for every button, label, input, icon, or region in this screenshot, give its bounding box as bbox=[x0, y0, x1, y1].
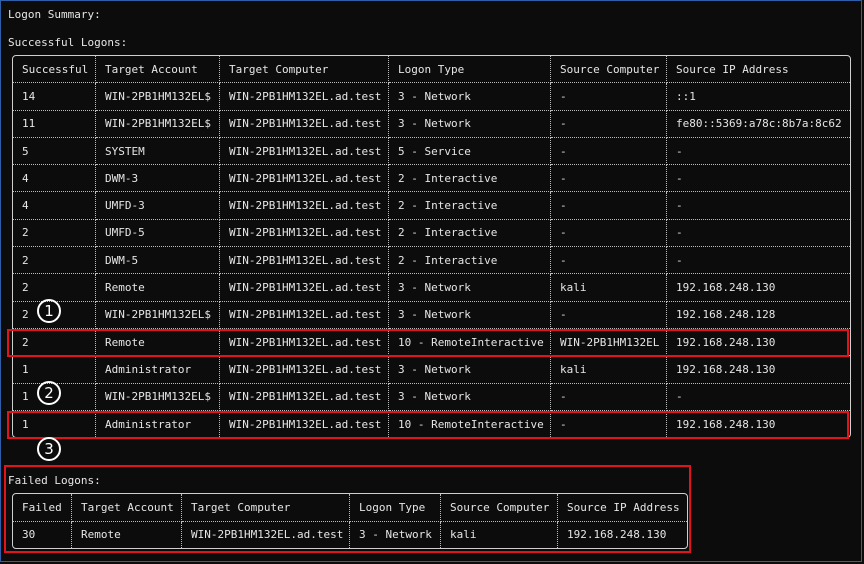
cell-source-computer: - bbox=[551, 247, 667, 275]
cell-source-computer: - bbox=[551, 219, 667, 248]
col-header-logon-type: Logon Type bbox=[389, 56, 551, 84]
cell-source-computer: - bbox=[551, 301, 667, 329]
table-row: 14 WIN-2PB1HM132EL$ WIN-2PB1HM132EL.ad.tes… bbox=[13, 83, 850, 111]
col-header-target-account: Target Account bbox=[96, 56, 220, 84]
cell-logon-type: 3 - Network bbox=[389, 356, 551, 384]
cell-target-account: SYSTEM bbox=[96, 137, 220, 166]
cell-target-computer: WIN-2PB1HM132EL.ad.test bbox=[220, 219, 389, 248]
cell-source-ip: ::1 bbox=[667, 83, 850, 111]
cell-logon-type: 2 - Interactive bbox=[389, 219, 551, 248]
cell-count: 1 bbox=[13, 356, 96, 384]
cell-target-account: WIN-2PB1HM132EL$ bbox=[96, 83, 220, 111]
cell-target-account: UMFD-3 bbox=[96, 192, 220, 220]
cell-count: 2 bbox=[13, 247, 96, 275]
cell-target-account: DWM-5 bbox=[96, 247, 220, 275]
cell-logon-type: 3 - Network bbox=[389, 83, 551, 111]
cell-source-ip: - bbox=[667, 247, 850, 275]
table-row: 2 WIN-2PB1HM132EL$ WIN-2PB1HM132EL.ad.test… bbox=[13, 301, 850, 329]
highlight-box-remote-interactive-remote bbox=[7, 329, 849, 357]
cell-count: 2 bbox=[13, 274, 96, 302]
marker-circle-3: 3 bbox=[37, 437, 61, 461]
cell-target-computer: WIN-2PB1HM132EL.ad.test bbox=[220, 165, 389, 193]
cell-target-account: Administrator bbox=[96, 356, 220, 384]
cell-source-ip: - bbox=[667, 138, 850, 166]
cell-count: 4 bbox=[13, 165, 96, 193]
cell-source-computer: - bbox=[551, 192, 667, 220]
cell-logon-type: 2 - Interactive bbox=[389, 165, 551, 193]
cell-source-computer: - bbox=[551, 110, 667, 138]
cell-source-ip: - bbox=[667, 165, 850, 193]
cell-source-computer: - bbox=[551, 83, 667, 111]
cell-logon-type: 2 - Interactive bbox=[389, 247, 551, 275]
cell-target-computer: WIN-2PB1HM132EL.ad.test bbox=[220, 247, 389, 275]
cell-logon-type: 2 - Interactive bbox=[389, 192, 551, 220]
cell-count: 4 bbox=[13, 192, 96, 220]
cell-target-account: WIN-2PB1HM132EL$ bbox=[96, 301, 220, 329]
cell-count: 2 bbox=[13, 219, 96, 248]
cell-target-computer: WIN-2PB1HM132EL.ad.test bbox=[220, 137, 389, 166]
cell-logon-type: 3 - Network bbox=[389, 110, 551, 138]
table-row: 1 Administrator WIN-2PB1HM132EL.ad.test 3 -… bbox=[13, 356, 850, 384]
cell-target-computer: WIN-2PB1HM132EL.ad.test bbox=[220, 192, 389, 220]
cell-source-ip: fe80::5369:a78c:8b7a:8c62 bbox=[667, 111, 850, 138]
marker-circle-2: 2 bbox=[37, 381, 61, 405]
cell-target-account: Remote bbox=[96, 274, 220, 302]
table-header-row: Successful Target Account Target Compute… bbox=[13, 56, 850, 84]
table-row: 2 DWM-5 WIN-2PB1HM132EL.ad.test 2 - Interac… bbox=[13, 247, 850, 275]
highlight-box-failed-logons bbox=[4, 465, 691, 553]
cell-source-ip: - bbox=[667, 220, 850, 248]
cell-count: 14 bbox=[13, 83, 96, 111]
cell-count: 11 bbox=[13, 110, 96, 138]
cell-logon-type: 3 - Network bbox=[389, 383, 551, 411]
cell-target-computer: WIN-2PB1HM132EL.ad.test bbox=[220, 110, 389, 138]
table-row: 11 WIN-2PB1HM132EL$ WIN-2PB1HM132EL.ad.tes… bbox=[13, 110, 850, 138]
cell-source-computer: - bbox=[551, 383, 667, 411]
cell-target-computer: WIN-2PB1HM132EL.ad.test bbox=[220, 301, 389, 329]
cell-count: 5 bbox=[13, 137, 96, 166]
cell-target-account: UMFD-5 bbox=[96, 219, 220, 248]
col-header-target-computer: Target Computer bbox=[220, 56, 389, 84]
cell-source-computer: - bbox=[551, 165, 667, 193]
table-row: 4 DWM-3 WIN-2PB1HM132EL.ad.test 2 - Interac… bbox=[13, 165, 850, 193]
cell-source-computer: kali bbox=[551, 274, 667, 302]
marker-circle-1: 1 bbox=[37, 299, 61, 323]
col-header-source-computer: Source Computer bbox=[551, 56, 667, 84]
highlight-box-remote-interactive-administrator bbox=[7, 411, 849, 439]
table-row: 4 UMFD-3 WIN-2PB1HM132EL.ad.test 2 - Intera… bbox=[13, 192, 850, 220]
logon-summary-title: Logon Summary: bbox=[8, 8, 101, 21]
col-header-successful: Successful bbox=[13, 56, 96, 84]
table-row: 2 UMFD-5 WIN-2PB1HM132EL.ad.test 2 - Intera… bbox=[13, 219, 850, 248]
cell-logon-type: 3 - Network bbox=[389, 274, 551, 302]
successful-logons-table: Successful Target Account Target Compute… bbox=[12, 55, 851, 439]
cell-source-ip: 192.168.248.130 bbox=[667, 274, 850, 302]
cell-target-account: DWM-3 bbox=[96, 165, 220, 193]
cell-target-account: WIN-2PB1HM132EL$ bbox=[96, 110, 220, 138]
table-row: 2 Remote WIN-2PB1HM132EL.ad.test 3 - Networ… bbox=[13, 274, 850, 302]
successful-logons-heading: Successful Logons: bbox=[8, 36, 128, 49]
cell-target-computer: WIN-2PB1HM132EL.ad.test bbox=[220, 356, 389, 384]
cell-target-computer: WIN-2PB1HM132EL.ad.test bbox=[220, 83, 389, 111]
table-row: 5 SYSTEM WIN-2PB1HM132EL.ad.test 5 - Servic… bbox=[13, 137, 850, 166]
cell-source-ip: 192.168.248.128 bbox=[667, 302, 850, 329]
col-header-source-ip: Source IP Address bbox=[667, 56, 850, 84]
cell-logon-type: 3 - Network bbox=[389, 301, 551, 329]
cell-target-computer: WIN-2PB1HM132EL.ad.test bbox=[220, 274, 389, 302]
table-row: 1 WIN-2PB1HM132EL$ WIN-2PB1HM132EL.ad.test… bbox=[13, 383, 850, 411]
cell-logon-type: 5 - Service bbox=[389, 137, 551, 166]
cell-target-computer: WIN-2PB1HM132EL.ad.test bbox=[220, 383, 389, 411]
cell-source-ip: - bbox=[667, 192, 850, 220]
cell-source-computer: kali bbox=[551, 356, 667, 384]
cell-source-ip: 192.168.248.130 bbox=[667, 356, 850, 384]
cell-source-ip: - bbox=[667, 384, 850, 411]
cell-source-computer: - bbox=[551, 137, 667, 166]
cell-target-account: WIN-2PB1HM132EL$ bbox=[96, 383, 220, 411]
